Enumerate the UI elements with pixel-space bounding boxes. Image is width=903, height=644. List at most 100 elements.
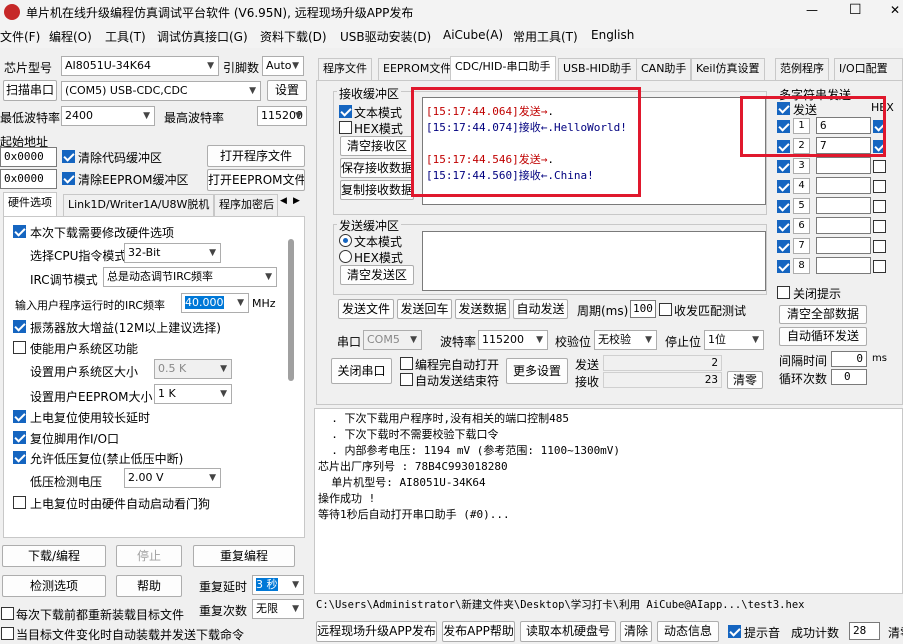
tab-eeprom-file[interactable]: EEPROM文件 (378, 58, 457, 80)
multi-row-hex-checkbox[interactable] (873, 240, 886, 253)
clear-log-button[interactable]: 清除 (620, 621, 652, 642)
auto-end-checkbox[interactable] (400, 373, 413, 386)
recv-text-mode-checkbox[interactable] (339, 105, 352, 118)
tab-examples[interactable]: 范例程序 (775, 58, 829, 80)
maximize-button[interactable]: ☐ (849, 2, 862, 18)
match-test-checkbox[interactable] (659, 303, 672, 316)
multi-row-send-button[interactable]: 4 (793, 178, 810, 194)
interval-input[interactable]: 0 (831, 351, 867, 367)
remote-upgrade-button[interactable]: 远程现场升级APP发布 (316, 621, 437, 642)
open-eeprom-button[interactable]: 打开EEPROM文件 (207, 169, 305, 191)
menu-debug[interactable]: 调试仿真接口(G) (157, 28, 248, 45)
minimize-button[interactable]: — (806, 3, 818, 17)
output-log[interactable]: . 下次下载用户程序时,没有相关的端口控制485 . 下次下载时不需要校验下载口… (314, 408, 903, 594)
multi-row-hex-checkbox[interactable] (873, 200, 886, 213)
max-baud-select[interactable]: 115200 ▼ (257, 106, 307, 126)
low-voltage-select[interactable]: 2.00 V ▼ (124, 468, 221, 488)
clear-send-button[interactable]: 清空发送区 (340, 265, 414, 285)
irc-freq-select[interactable]: 40.000 ▼ (181, 293, 249, 313)
close-tip-checkbox[interactable] (777, 286, 790, 299)
sound-tip-checkbox[interactable] (728, 625, 741, 638)
modify-hw-options-checkbox[interactable] (13, 225, 26, 238)
watchdog-checkbox[interactable] (13, 496, 26, 509)
tab-scroll-left-icon[interactable]: ◀ (280, 196, 287, 206)
clear-code-checkbox[interactable] (62, 150, 75, 163)
multi-row-input[interactable] (816, 257, 871, 274)
hw-options-scrollbar[interactable] (288, 239, 294, 381)
parity-select[interactable]: 无校验 ▼ (594, 330, 657, 350)
chip-model-select[interactable]: AI8051U-34K64 ▼ (61, 56, 219, 76)
send-text-mode-radio[interactable] (339, 234, 352, 247)
more-settings-button[interactable]: 更多设置 (506, 358, 568, 384)
multi-row-hex-checkbox[interactable] (873, 160, 886, 173)
multi-row-checkbox[interactable] (777, 160, 790, 173)
reload-checkbox[interactable] (1, 607, 14, 620)
stop-button[interactable]: 停止 (116, 545, 182, 567)
multi-row-input[interactable] (816, 177, 871, 194)
auto-loop-send-button[interactable]: 自动循环发送 (779, 327, 867, 346)
low-voltage-reset-checkbox[interactable] (13, 451, 26, 464)
copy-receive-button[interactable]: 复制接收数据 (340, 180, 414, 200)
period-input[interactable]: 100 (630, 300, 656, 318)
eeprom-start-address[interactable]: 0x0000 (0, 169, 57, 189)
repeat-count-select[interactable]: 无限 ▼ (252, 599, 304, 619)
send-file-button[interactable]: 发送文件 (338, 299, 394, 319)
detect-options-button[interactable]: 检测选项 (2, 575, 106, 597)
read-disk-button[interactable]: 读取本机硬盘号 (520, 621, 616, 642)
multi-row-input[interactable] (816, 157, 871, 174)
serial-port-select[interactable]: COM5 ▼ (363, 330, 422, 350)
multi-row-checkbox[interactable] (777, 240, 790, 253)
download-button[interactable]: 下载/编程 (2, 545, 106, 567)
menu-tools[interactable]: 工具(T) (105, 28, 146, 45)
tab-encrypt[interactable]: 程序加密后 (214, 194, 278, 216)
send-hex-mode-radio[interactable] (339, 250, 352, 263)
dynamic-info-button[interactable]: 动态信息 (657, 621, 719, 642)
multi-row-send-button[interactable]: 8 (793, 258, 810, 274)
tab-serial-assistant[interactable]: CDC/HID-串口助手 (450, 56, 556, 80)
long-reset-delay-checkbox[interactable] (13, 410, 26, 423)
multi-row-checkbox[interactable] (777, 180, 790, 193)
send-data-button[interactable]: 发送数据 (455, 299, 510, 319)
reset-pin-io-checkbox[interactable] (13, 431, 26, 444)
menu-download[interactable]: 资料下载(D) (260, 28, 327, 45)
menu-common-tools[interactable]: 常用工具(T) (513, 28, 578, 45)
send-return-button[interactable]: 发送回车 (397, 299, 452, 319)
tab-program-file[interactable]: 程序文件 (318, 58, 372, 80)
help-button[interactable]: 帮助 (116, 575, 182, 597)
clear-success-button[interactable]: 清零 (888, 624, 903, 641)
publish-help-button[interactable]: 发布APP帮助 (442, 621, 515, 642)
multi-row-input[interactable] (816, 197, 871, 214)
clear-all-data-button[interactable]: 清空全部数据 (779, 305, 867, 324)
multi-row-input[interactable] (816, 217, 871, 234)
multi-row-send-button[interactable]: 5 (793, 198, 810, 214)
clear-eeprom-checkbox[interactable] (62, 172, 75, 185)
port-settings-button[interactable]: 设置 (267, 80, 307, 101)
menu-program[interactable]: 编程(O) (49, 28, 92, 45)
loop-count-input[interactable]: 0 (831, 369, 867, 385)
eeprom-size-select[interactable]: 1 K ▼ (154, 384, 232, 404)
recv-hex-mode-checkbox[interactable] (339, 121, 352, 134)
osc-gain-checkbox[interactable] (13, 320, 26, 333)
multi-row-hex-checkbox[interactable] (873, 180, 886, 193)
multi-row-hex-checkbox[interactable] (873, 220, 886, 233)
auto-send-button[interactable]: 自动发送 (513, 299, 568, 319)
open-program-button[interactable]: 打开程序文件 (207, 145, 305, 167)
irc-mode-select[interactable]: 总是动态调节IRC频率 ▼ (103, 267, 277, 287)
tab-can[interactable]: CAN助手 (636, 58, 692, 80)
reprogram-button[interactable]: 重复编程 (193, 545, 295, 567)
clear-count-button[interactable]: 清零 (727, 371, 763, 389)
multi-row-send-button[interactable]: 6 (793, 218, 810, 234)
tab-scroll-right-icon[interactable]: ▶ (293, 196, 300, 206)
scan-port-button[interactable]: 扫描串口 (3, 80, 57, 101)
pin-count-select[interactable]: Auto ▼ (262, 56, 304, 76)
user-sys-area-checkbox[interactable] (13, 341, 26, 354)
auto-open-checkbox[interactable] (400, 357, 413, 370)
multi-row-hex-checkbox[interactable] (873, 260, 886, 273)
tab-usb-hid[interactable]: USB-HID助手 (558, 58, 637, 80)
menu-aicube[interactable]: AiCube(A) (443, 28, 503, 42)
close-port-button[interactable]: 关闭串口 (331, 358, 392, 384)
tab-keil[interactable]: Keil仿真设置 (691, 58, 765, 80)
menu-usb-driver[interactable]: USB驱动安装(D) (340, 28, 431, 45)
multi-row-checkbox[interactable] (777, 220, 790, 233)
menu-file[interactable]: 文件(F) (0, 28, 40, 45)
